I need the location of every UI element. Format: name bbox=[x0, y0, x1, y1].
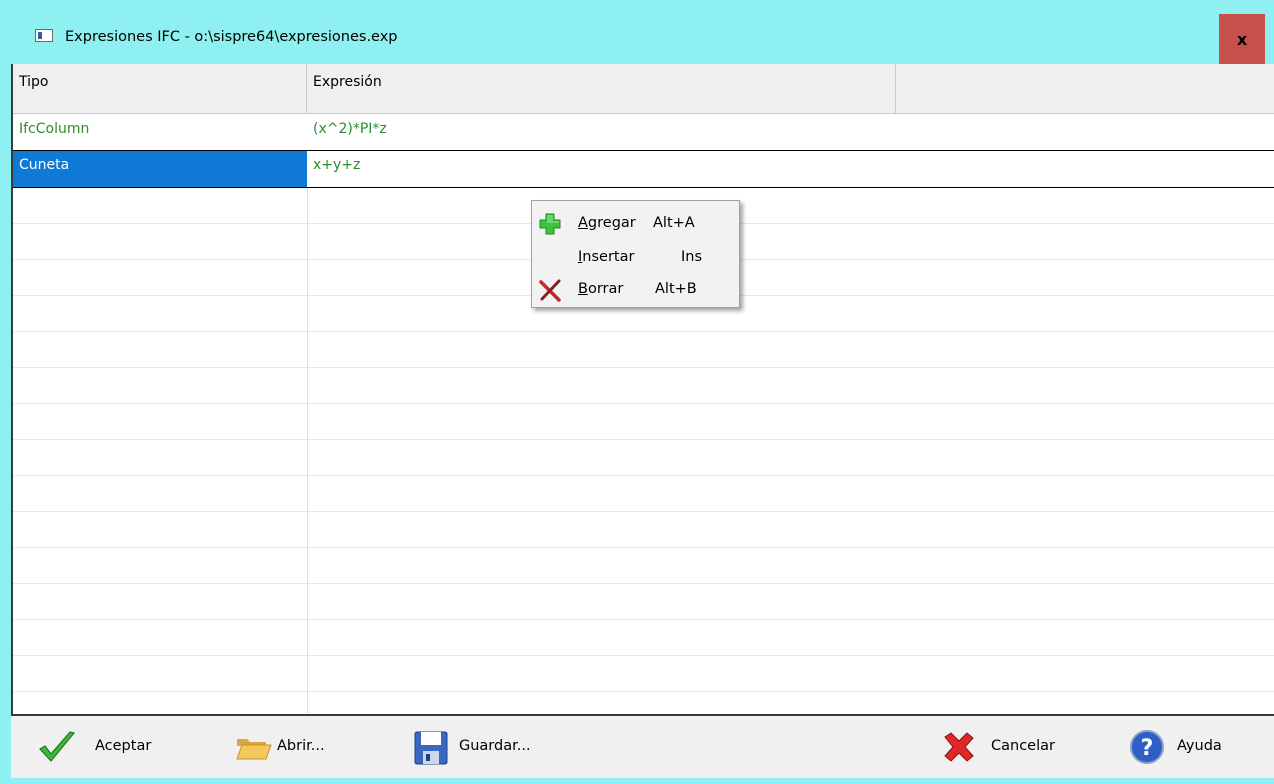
window-title: Expresiones IFC - o:\sispre64\expresione… bbox=[65, 29, 398, 45]
empty-table-row[interactable] bbox=[13, 332, 1274, 368]
empty-table-row[interactable] bbox=[13, 584, 1274, 620]
cell-expresion[interactable]: (x^2)*PI*z bbox=[307, 115, 1274, 151]
window-bottom-border bbox=[0, 778, 1274, 784]
ayuda-label: Ayuda bbox=[1177, 738, 1222, 754]
grid-header: Tipo Expresión bbox=[13, 64, 1274, 114]
aceptar-label: Aceptar bbox=[95, 738, 152, 754]
menu-item-mnemonic: A bbox=[578, 215, 588, 231]
red-x-icon bbox=[944, 732, 974, 762]
close-button[interactable]: x bbox=[1219, 14, 1265, 64]
column-header-tipo[interactable]: Tipo bbox=[13, 64, 307, 114]
cancelar-label: Cancelar bbox=[991, 738, 1055, 754]
menu-item-shortcut: Alt+A bbox=[653, 215, 695, 231]
green-plus-icon bbox=[539, 213, 561, 235]
empty-table-row[interactable] bbox=[13, 548, 1274, 584]
floppy-disk-icon bbox=[414, 731, 448, 765]
empty-table-row[interactable] bbox=[13, 476, 1274, 512]
cell-tipo[interactable]: IfcColumn bbox=[13, 115, 307, 151]
table-row[interactable]: IfcColumn (x^2)*PI*z bbox=[13, 115, 1274, 151]
app-icon bbox=[35, 29, 53, 42]
abrir-label: Abrir... bbox=[277, 738, 325, 754]
red-x-icon bbox=[539, 279, 561, 302]
menu-item-insertar[interactable]: Insertar Ins bbox=[532, 241, 739, 275]
menu-item-shortcut: Ins bbox=[681, 249, 703, 265]
column-divider bbox=[307, 188, 308, 714]
cell-expresion[interactable]: x+y+z bbox=[307, 151, 1274, 187]
empty-table-row[interactable] bbox=[13, 368, 1274, 404]
menu-item-label: nsertar bbox=[582, 249, 635, 265]
context-menu: Agregar Alt+A Insertar Ins Borrar Alt+B bbox=[531, 200, 740, 308]
menu-item-label: gregar bbox=[587, 215, 636, 231]
menu-item-shortcut: Alt+B bbox=[655, 281, 697, 297]
column-header-expresion[interactable]: Expresión bbox=[307, 64, 896, 114]
table-row-selected[interactable]: Cuneta x+y+z bbox=[13, 150, 1274, 188]
empty-table-row[interactable] bbox=[13, 656, 1274, 692]
cell-tipo[interactable]: Cuneta bbox=[13, 151, 307, 187]
aceptar-button[interactable]: Aceptar bbox=[37, 716, 187, 778]
cancelar-button[interactable]: Cancelar bbox=[939, 716, 1079, 778]
empty-table-row[interactable] bbox=[13, 620, 1274, 656]
column-header-filler bbox=[896, 64, 1274, 114]
menu-item-label: orrar bbox=[587, 281, 624, 297]
folder-icon bbox=[236, 739, 272, 760]
bottom-toolbar: Aceptar Abrir... Guardar... Cancelar ? A… bbox=[11, 714, 1274, 778]
empty-table-row[interactable] bbox=[13, 512, 1274, 548]
close-icon: x bbox=[1236, 29, 1248, 49]
menu-item-borrar[interactable]: Borrar Alt+B bbox=[532, 273, 739, 307]
abrir-button[interactable]: Abrir... bbox=[233, 716, 363, 778]
checkmark-icon bbox=[39, 731, 76, 762]
empty-table-row[interactable] bbox=[13, 404, 1274, 440]
ayuda-button[interactable]: ? Ayuda bbox=[1127, 716, 1257, 778]
menu-item-mnemonic: B bbox=[578, 281, 588, 297]
svg-text:?: ? bbox=[1141, 736, 1154, 761]
guardar-button[interactable]: Guardar... bbox=[411, 716, 561, 778]
guardar-label: Guardar... bbox=[459, 738, 531, 754]
menu-item-agregar[interactable]: Agregar Alt+A bbox=[532, 207, 739, 241]
empty-table-row[interactable] bbox=[13, 440, 1274, 476]
title-bar[interactable]: Expresiones IFC - o:\sispre64\expresione… bbox=[9, 0, 1274, 64]
help-icon: ? bbox=[1130, 730, 1164, 764]
expressions-grid[interactable]: Tipo Expresión IfcColumn (x^2)*PI*z Cune… bbox=[11, 64, 1274, 714]
